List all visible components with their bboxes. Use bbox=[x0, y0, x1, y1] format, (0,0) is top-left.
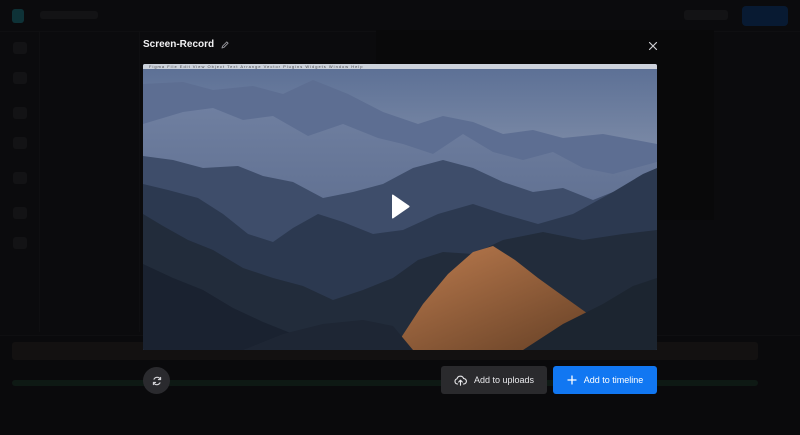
add-to-uploads-label: Add to uploads bbox=[473, 375, 535, 385]
modal-header: Screen-Record bbox=[143, 39, 230, 50]
modal-title: Screen-Record bbox=[143, 39, 215, 50]
play-button[interactable] bbox=[385, 190, 415, 224]
add-to-uploads-button[interactable]: Add to uploads bbox=[441, 366, 547, 394]
video-preview-modal: Screen-Record Figma File Edit View Objec… bbox=[127, 30, 673, 410]
plus-icon bbox=[567, 375, 577, 385]
close-icon bbox=[648, 41, 658, 51]
close-button[interactable] bbox=[645, 38, 661, 54]
play-icon bbox=[392, 194, 410, 219]
pencil-icon[interactable] bbox=[220, 40, 230, 50]
refresh-icon bbox=[152, 376, 161, 385]
replace-button[interactable] bbox=[143, 367, 170, 394]
add-to-timeline-label: Add to timeline bbox=[583, 375, 644, 385]
menubar-text: Figma File Edit View Object Text Arrange… bbox=[149, 64, 364, 69]
video-preview[interactable]: Figma File Edit View Object Text Arrange… bbox=[143, 64, 657, 350]
screen-menubar: Figma File Edit View Object Text Arrange… bbox=[143, 64, 657, 69]
add-to-timeline-button[interactable]: Add to timeline bbox=[553, 366, 657, 394]
cloud-upload-icon bbox=[454, 375, 467, 386]
